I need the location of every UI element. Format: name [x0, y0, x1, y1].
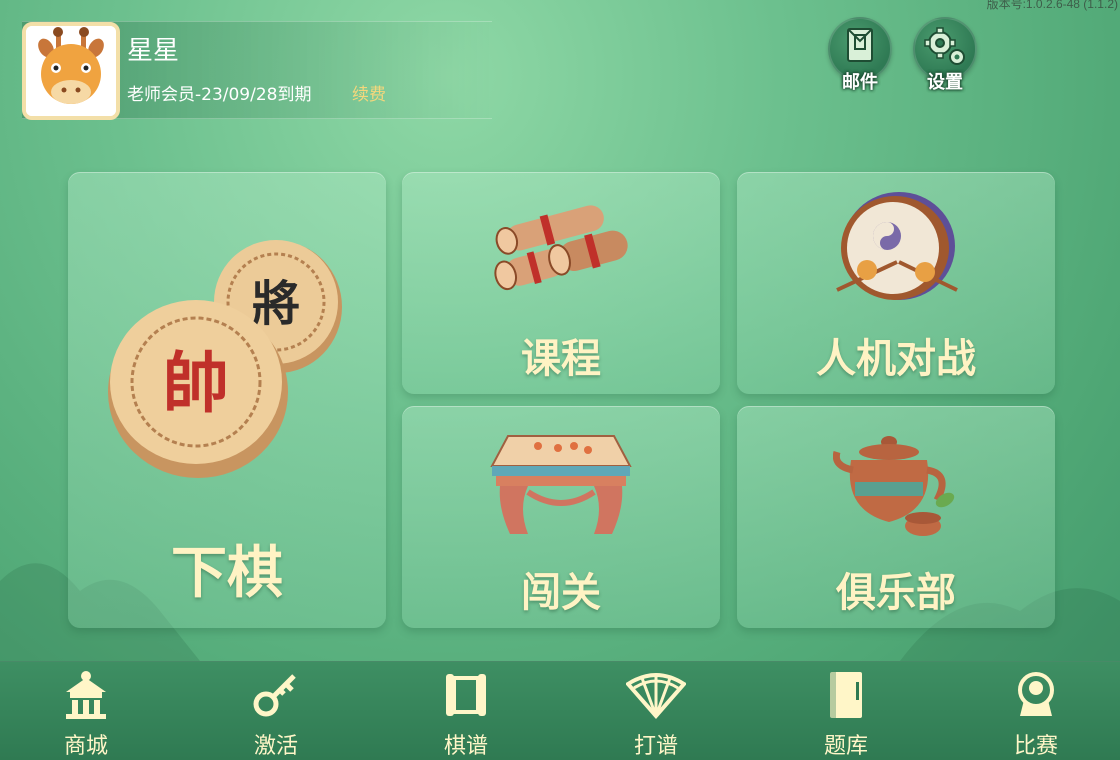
profile-header: 星星 老师会员-23/09/28到期 续费	[22, 21, 492, 120]
membership-status: 老师会员-23/09/28到期	[127, 85, 312, 105]
key-icon	[253, 674, 296, 717]
username: 星星	[127, 36, 180, 66]
avatar[interactable]	[22, 22, 120, 120]
nav-question-bank[interactable]: 题库	[791, 662, 901, 760]
shop-icon	[66, 671, 106, 719]
book-icon	[830, 672, 862, 718]
bottom-navigation: 商城 激活 棋谱 打谱 题库 比赛	[0, 661, 1120, 760]
course-label: 课程	[521, 335, 601, 382]
settings-label: 设置	[927, 72, 963, 93]
ai-battle-label: 人机对战	[816, 335, 976, 382]
black-piece-char: 將	[252, 276, 300, 332]
club-card[interactable]: 俱乐部	[737, 406, 1055, 628]
nav-shop-label: 商城	[63, 734, 108, 759]
chess-table-icon	[490, 435, 632, 534]
mail-button[interactable]: 邮件	[828, 17, 892, 93]
giraffe-avatar-icon	[26, 26, 116, 116]
settings-button[interactable]: 设置	[913, 17, 977, 93]
version-label: 版本号:1.0.2.6-48 (1.1.2)	[986, 0, 1118, 11]
trophy-icon	[1018, 672, 1054, 716]
nav-competition[interactable]: 比赛	[981, 662, 1091, 760]
gear-icon	[924, 27, 965, 65]
mail-label: 邮件	[842, 72, 878, 93]
nav-question-bank-label: 题库	[823, 734, 868, 759]
nav-activate-label: 激活	[253, 734, 298, 759]
challenge-card[interactable]: 闯关	[402, 406, 720, 628]
club-label: 俱乐部	[836, 569, 956, 616]
nav-replay[interactable]: 打谱	[601, 662, 711, 760]
mail-icon	[847, 28, 873, 62]
ai-battle-card[interactable]: 人机对战	[737, 172, 1055, 394]
play-card[interactable]: 將 帥 下棋	[68, 172, 386, 628]
nav-records[interactable]: 棋谱	[411, 662, 521, 760]
scrolls-icon	[494, 205, 628, 291]
drum-icon	[836, 192, 958, 300]
chess-pieces-icon: 將 帥	[108, 240, 342, 478]
challenge-label: 闯关	[521, 569, 601, 616]
renew-link[interactable]: 续费	[352, 80, 386, 105]
nav-replay-label: 打谱	[633, 734, 678, 759]
fan-icon	[626, 673, 686, 720]
scroll-icon	[446, 674, 486, 716]
play-label: 下棋	[171, 540, 283, 606]
nav-activate[interactable]: 激活	[221, 662, 331, 760]
nav-records-label: 棋谱	[443, 734, 488, 759]
teapot-icon	[833, 436, 955, 536]
red-piece-char: 帥	[163, 344, 229, 422]
course-card[interactable]: 课程	[402, 172, 720, 394]
nav-competition-label: 比赛	[1013, 734, 1058, 759]
nav-shop[interactable]: 商城	[31, 662, 141, 760]
